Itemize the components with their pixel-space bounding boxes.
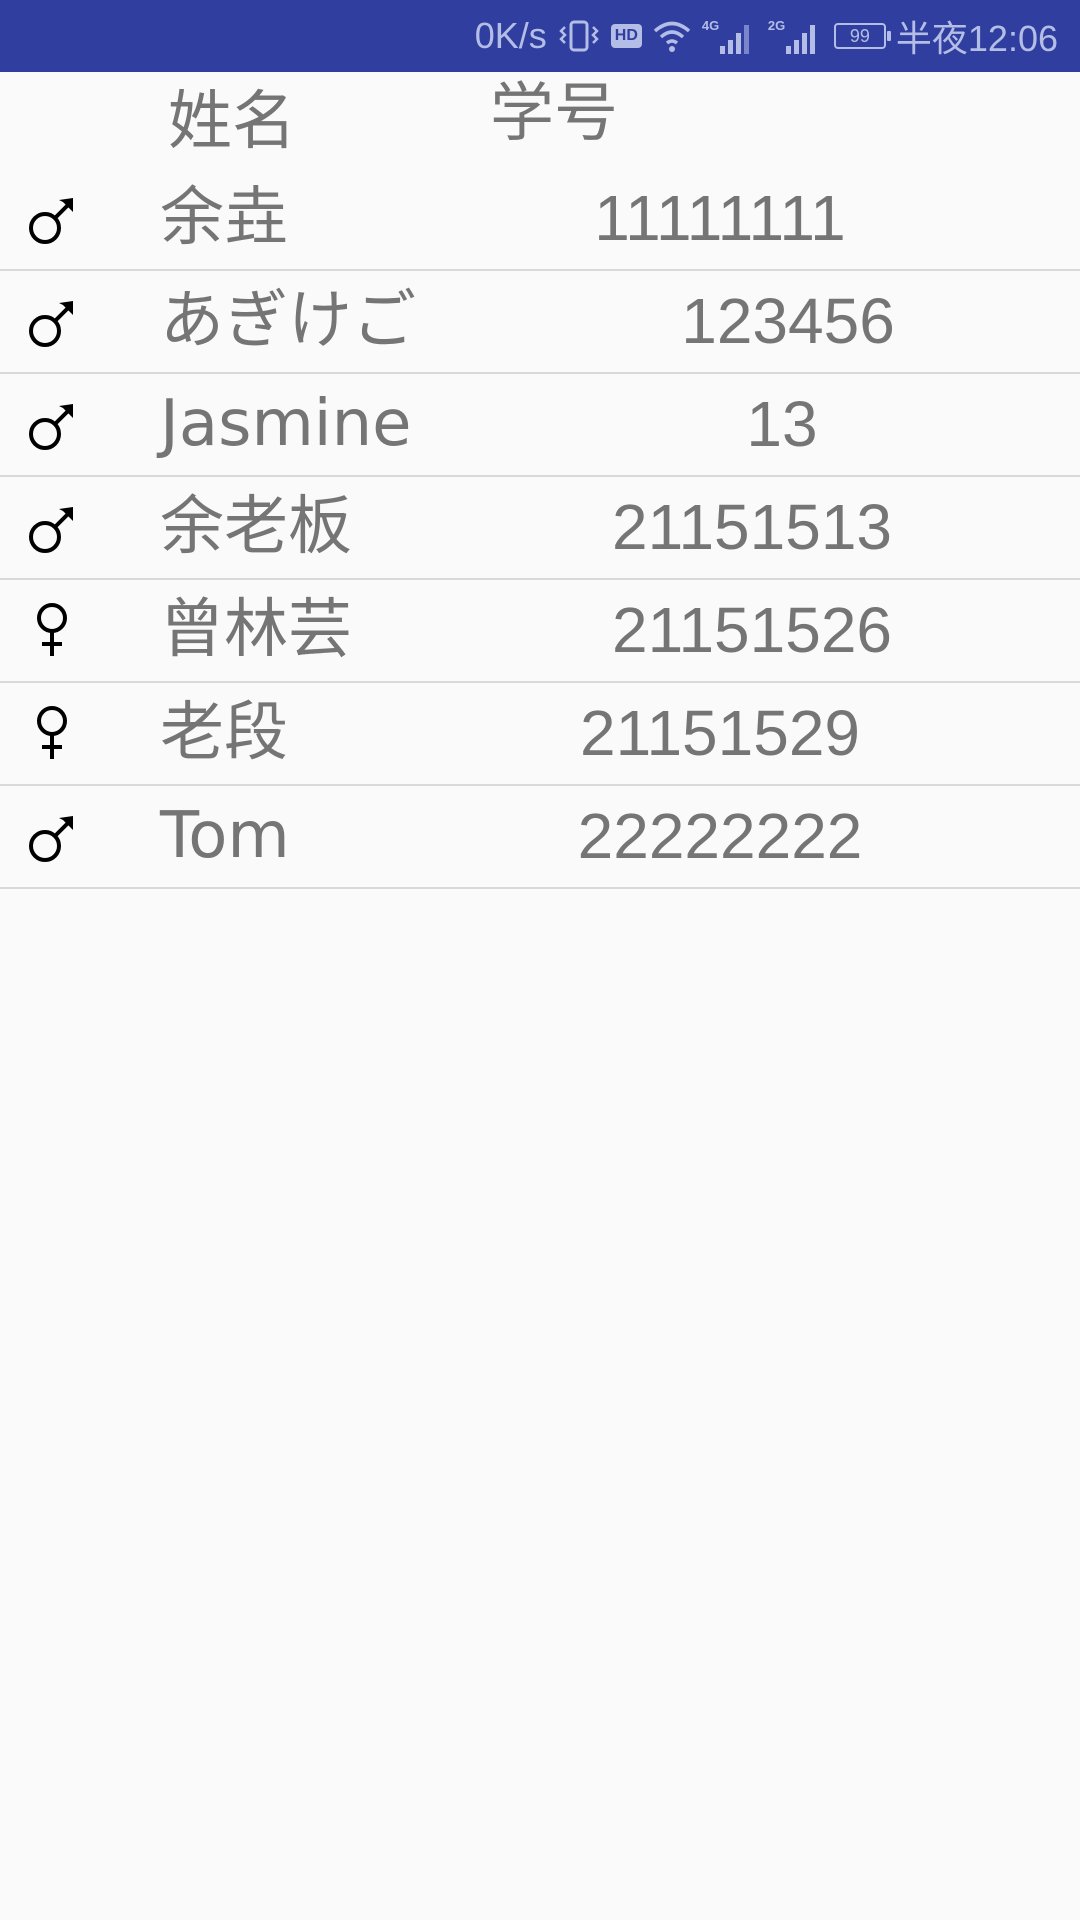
student-name: Tom (160, 799, 290, 873)
list-item[interactable]: Jasmine 13 (0, 374, 1080, 477)
student-name: 余老板 (160, 490, 352, 564)
student-name: 余垚 (160, 181, 288, 255)
student-id: 21151529 (580, 697, 860, 769)
male-icon (27, 190, 77, 246)
list-item[interactable]: 老段 21151529 (0, 683, 1080, 786)
female-icon (27, 705, 77, 761)
student-name: Jasmine (160, 387, 412, 461)
student-name: あぎけご (160, 284, 416, 358)
student-list[interactable]: 余垚 11111111 あぎけご 123456 Jasmine 13 余老板 21151513… (0, 168, 1080, 889)
list-item[interactable]: 余垚 11111111 (0, 168, 1080, 271)
student-id: 21151513 (612, 491, 892, 563)
male-icon (27, 396, 77, 452)
table-header: 姓名 学号 (0, 72, 1080, 168)
student-id: 11111111 (594, 182, 846, 254)
student-id: 22222222 (577, 800, 863, 872)
male-icon (27, 808, 77, 864)
vibrate-icon (557, 19, 601, 53)
name-column-header: 姓名 (168, 85, 296, 159)
male-icon (27, 293, 77, 349)
student-name: 曾林芸 (160, 593, 352, 667)
signal-2g-icon: 2G (768, 16, 824, 56)
student-name: 老段 (160, 696, 288, 770)
network-speed: 0K/s (474, 15, 547, 56)
status-bar: 0K/s HD 4G 2G 99 半夜12:06 (0, 0, 1080, 72)
student-id-column-header: 学号 (490, 77, 618, 151)
list-item[interactable]: Tom 22222222 (0, 786, 1080, 889)
hd-badge: HD (610, 24, 642, 48)
female-icon (27, 602, 77, 658)
wifi-icon (652, 19, 692, 53)
male-icon (27, 499, 77, 555)
status-icons: 0K/s HD 4G 2G 99 半夜12:06 (475, 0, 1058, 72)
list-item[interactable]: 余老板 21151513 (0, 477, 1080, 580)
signal-4g-icon: 4G (702, 16, 758, 56)
battery-icon: 99 (833, 23, 891, 49)
student-id: 123456 (681, 285, 895, 357)
battery-level: 99 (849, 25, 870, 46)
student-id: 21151526 (612, 594, 892, 666)
list-item[interactable]: あぎけご 123456 (0, 271, 1080, 374)
clock: 半夜12:06 (895, 18, 1058, 59)
student-id: 13 (746, 388, 818, 460)
list-item[interactable]: 曾林芸 21151526 (0, 580, 1080, 683)
